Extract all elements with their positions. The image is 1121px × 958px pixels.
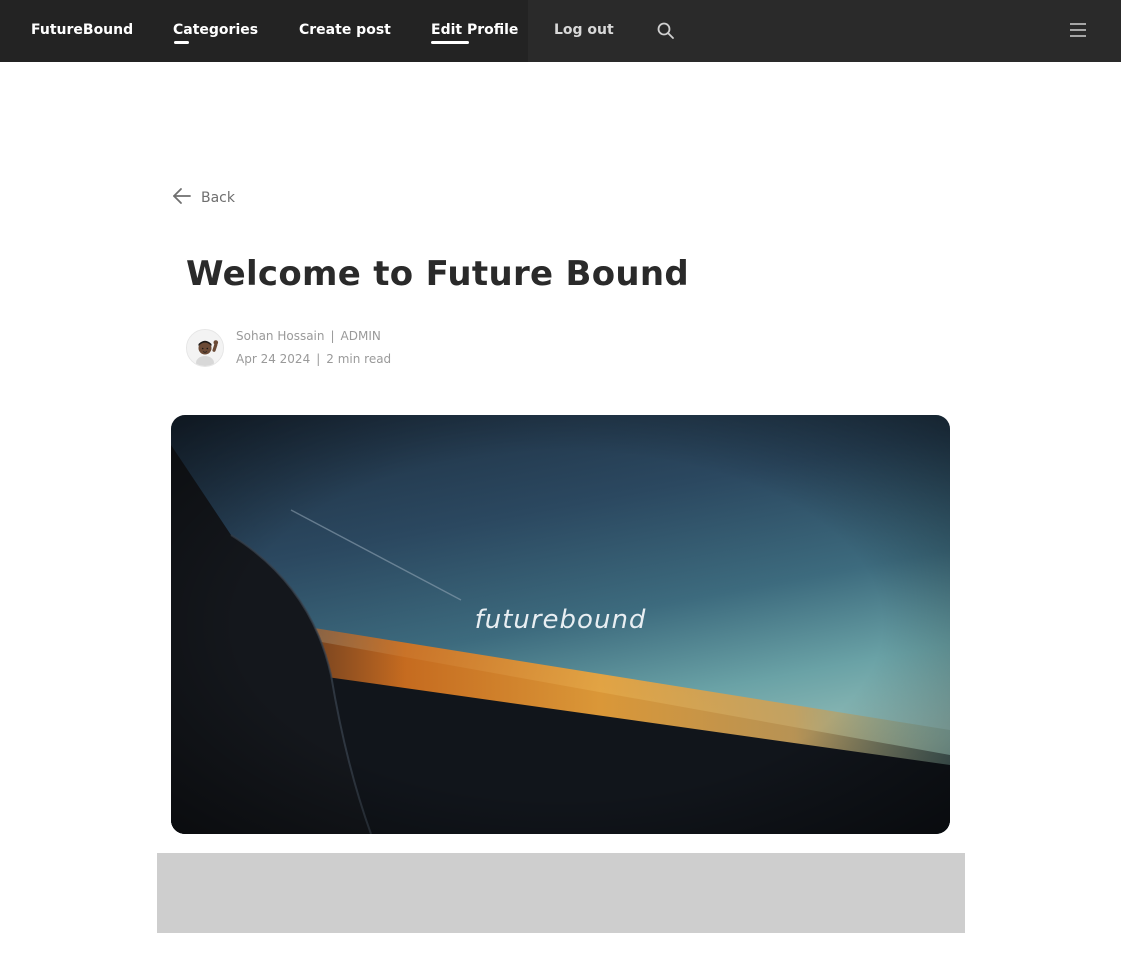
hero-watermark-text: futurebound [474,605,647,635]
categories-active-indicator [174,41,189,44]
content-placeholder [157,853,965,933]
meta-separator: | [316,352,321,366]
read-time: 2 min read [326,352,392,366]
nav-create-post-link[interactable]: Create post [299,20,391,42]
edit-profile-active-indicator [431,41,469,44]
nav-logout-link[interactable]: Log out [554,20,614,42]
post-meta: Apr 24 2024 | 2 min read [236,352,391,366]
hamburger-menu-icon[interactable] [1069,22,1087,38]
memoji-avatar-icon [187,330,223,366]
author-meta: Sohan Hossain | ADMIN [236,329,381,343]
back-label: Back [201,190,235,206]
nav-edit-profile-link[interactable]: Edit Profile [431,20,518,42]
brand-logo-link[interactable]: FutureBound [31,20,133,42]
hero-image: futurebound [171,415,950,834]
search-icon[interactable] [656,21,676,41]
arrow-left-icon [172,186,192,211]
author-name[interactable]: Sohan Hossain [236,329,325,343]
author-role: ADMIN [340,329,381,343]
meta-separator: | [330,329,335,343]
post-date: Apr 24 2024 [236,352,311,366]
top-navbar: FutureBound Categories Create post Edit … [0,0,1121,62]
back-link[interactable]: Back [172,186,235,210]
post-title: Welcome to Future Bound [186,254,690,294]
author-avatar[interactable] [186,329,224,367]
nav-categories-link[interactable]: Categories [173,20,258,42]
